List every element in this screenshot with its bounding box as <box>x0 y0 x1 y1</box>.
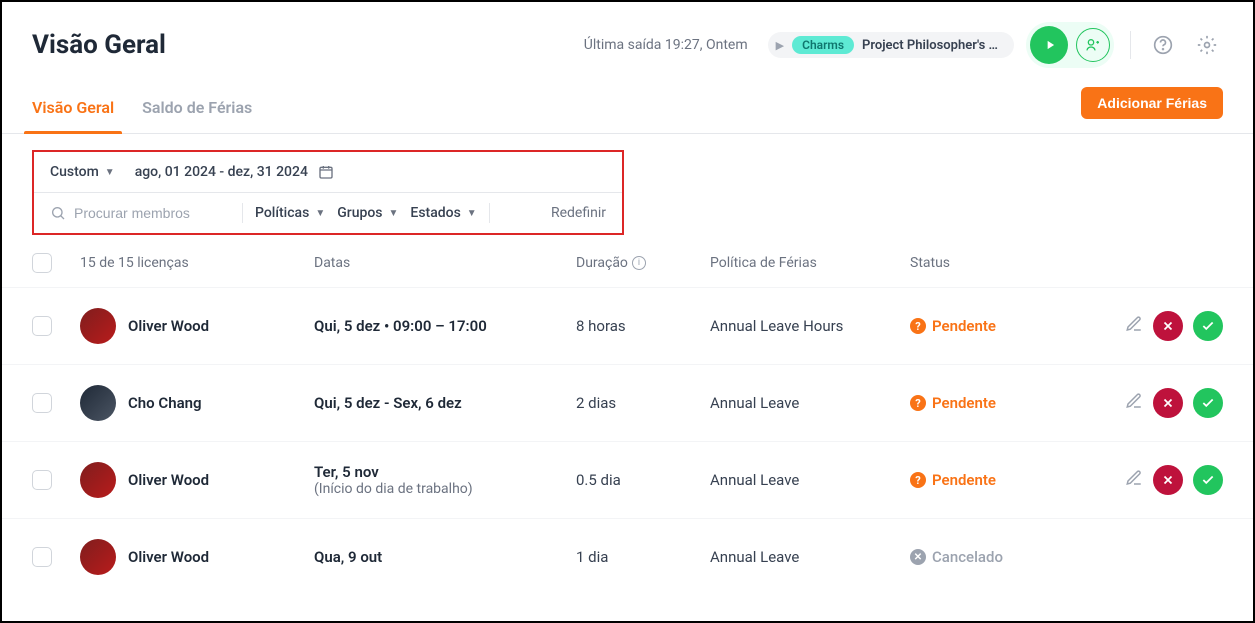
cell-dates: Qua, 9 out <box>314 548 576 566</box>
groups-label: Grupos <box>337 205 382 221</box>
approve-button[interactable] <box>1193 388 1223 418</box>
divider <box>1130 31 1131 59</box>
avatar <box>80 539 116 575</box>
cell-policy: Annual Leave <box>710 394 910 412</box>
th-dates: Datas <box>314 255 576 271</box>
project-pill[interactable]: ▶ Charms Project Philosopher's St... <box>768 32 1014 58</box>
reject-button[interactable] <box>1153 311 1183 341</box>
tab-overview[interactable]: Visão Geral <box>32 82 114 133</box>
table-row: Oliver Wood Qui, 5 dez • 09:00 – 17:008 h… <box>2 287 1253 364</box>
th-duration: Duração <box>576 255 628 271</box>
date-sub: (Início do dia de trabalho) <box>314 481 576 497</box>
status-pending-icon: ? <box>910 318 926 334</box>
tab-balance[interactable]: Saldo de Férias <box>142 82 252 133</box>
th-status: Status <box>910 255 1070 271</box>
row-checkbox[interactable] <box>32 470 52 490</box>
row-checkbox[interactable] <box>32 393 52 413</box>
cell-policy: Annual Leave <box>710 548 910 566</box>
member-name: Oliver Wood <box>128 471 209 489</box>
add-leave-button[interactable]: Adicionar Férias <box>1081 87 1223 119</box>
search-icon <box>50 205 66 221</box>
cell-status: ? Pendente <box>910 471 1070 489</box>
chevron-down-icon: ▼ <box>105 167 115 178</box>
table-row: Oliver Wood Ter, 5 nov(Início do dia de t… <box>2 441 1253 518</box>
cell-status: ? Pendente <box>910 317 1070 335</box>
play-button[interactable] <box>1030 26 1068 64</box>
chevron-down-icon: ▼ <box>389 208 399 219</box>
cell-dates: Qui, 5 dez - Sex, 6 dez <box>314 394 576 412</box>
reject-button[interactable] <box>1153 388 1183 418</box>
count-label: 15 de 15 licenças <box>80 255 189 271</box>
avatar <box>80 308 116 344</box>
edit-button[interactable] <box>1125 469 1143 491</box>
policies-dropdown[interactable]: Políticas ▼ <box>255 205 325 221</box>
th-policy: Política de Férias <box>710 255 910 271</box>
chevron-down-icon: ▼ <box>315 208 325 219</box>
project-name: Project Philosopher's St... <box>862 38 1002 53</box>
avatar <box>80 385 116 421</box>
cell-status: ? Pendente <box>910 394 1070 412</box>
status-text: Pendente <box>932 471 996 489</box>
member-name: Oliver Wood <box>128 317 209 335</box>
period-dropdown[interactable]: Custom ▼ <box>50 164 115 180</box>
table-row: Cho Chang Qui, 5 dez - Sex, 6 dez2 diasAn… <box>2 364 1253 441</box>
approve-button[interactable] <box>1193 311 1223 341</box>
last-exit-text: Última saída 19:27, Ontem <box>584 37 748 53</box>
reject-button[interactable] <box>1153 465 1183 495</box>
user-add-button[interactable] <box>1076 28 1110 62</box>
period-label: Custom <box>50 164 99 180</box>
row-checkbox[interactable] <box>32 547 52 567</box>
reset-button[interactable]: Redefinir <box>551 205 606 221</box>
charm-badge: Charms <box>792 36 854 54</box>
cell-dates: Qui, 5 dez • 09:00 – 17:00 <box>314 317 576 335</box>
chevron-down-icon: ▼ <box>467 208 477 219</box>
member-name: Oliver Wood <box>128 548 209 566</box>
groups-dropdown[interactable]: Grupos ▼ <box>337 205 398 221</box>
filter-panel: Custom ▼ ago, 01 2024 - dez, 31 2024 Pol… <box>32 150 624 235</box>
row-checkbox[interactable] <box>32 316 52 336</box>
status-text: Pendente <box>932 317 996 335</box>
status-text: Cancelado <box>932 548 1003 566</box>
settings-button[interactable] <box>1191 29 1223 61</box>
cell-status: ✕ Cancelado <box>910 548 1070 566</box>
approve-button[interactable] <box>1193 465 1223 495</box>
cell-duration: 1 dia <box>576 548 710 566</box>
page-title: Visão Geral <box>32 30 166 60</box>
edit-button[interactable] <box>1125 315 1143 337</box>
search-input[interactable] <box>74 205 214 221</box>
status-pending-icon: ? <box>910 472 926 488</box>
date-range-picker[interactable]: ago, 01 2024 - dez, 31 2024 <box>135 164 334 180</box>
states-label: Estados <box>410 205 460 221</box>
member-name: Cho Chang <box>128 394 202 412</box>
status-pending-icon: ? <box>910 395 926 411</box>
policies-label: Políticas <box>255 205 309 221</box>
cell-duration: 0.5 dia <box>576 471 710 489</box>
status-text: Pendente <box>932 394 996 412</box>
states-dropdown[interactable]: Estados ▼ <box>410 205 476 221</box>
play-small-icon: ▶ <box>776 39 784 52</box>
cell-duration: 2 dias <box>576 394 710 412</box>
avatar <box>80 462 116 498</box>
date-range-text: ago, 01 2024 - dez, 31 2024 <box>135 164 308 180</box>
table-row: Oliver Wood Qua, 9 out1 diaAnnual Leave✕ C… <box>2 518 1253 595</box>
cell-duration: 8 horas <box>576 317 710 335</box>
cell-policy: Annual Leave Hours <box>710 317 910 335</box>
cell-dates: Ter, 5 nov(Início do dia de trabalho) <box>314 463 576 497</box>
divider <box>242 203 243 223</box>
select-all-checkbox[interactable] <box>32 253 52 273</box>
info-icon[interactable]: i <box>632 256 646 270</box>
edit-button[interactable] <box>1125 392 1143 414</box>
divider <box>489 203 490 223</box>
status-cancelled-icon: ✕ <box>910 549 926 565</box>
cell-policy: Annual Leave <box>710 471 910 489</box>
calendar-icon <box>318 164 334 180</box>
help-button[interactable] <box>1147 29 1179 61</box>
